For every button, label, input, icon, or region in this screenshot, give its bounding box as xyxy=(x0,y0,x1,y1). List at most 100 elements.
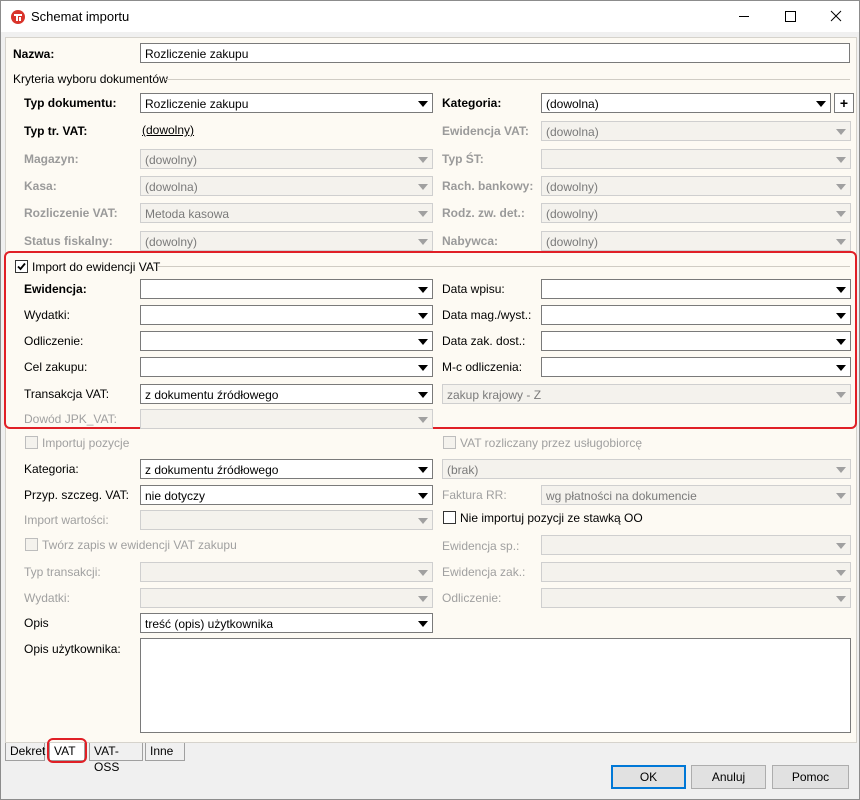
schemat-importu-window: Schemat importu Nazwa: Rozliczenie zakup… xyxy=(0,0,860,800)
rach-bankowy-select[interactable]: (dowolny) xyxy=(541,176,851,196)
rozliczenie-vat-label: Rozliczenie VAT: xyxy=(24,206,118,220)
bottom-tabs: Dekret VAT VAT-OSS Inne xyxy=(1,743,859,774)
opis-uzytkownika-textarea[interactable] xyxy=(140,638,851,733)
minimize-icon xyxy=(739,16,749,17)
maximize-button[interactable] xyxy=(767,1,813,32)
chevron-down-icon xyxy=(836,392,846,398)
chevron-down-icon xyxy=(418,467,428,473)
chevron-down-icon xyxy=(836,157,846,163)
vat-rozliczany-label: VAT rozliczany przez usługobiorcę xyxy=(460,436,643,450)
chevron-down-icon xyxy=(418,596,428,602)
faktura-rr-label: Faktura RR: xyxy=(442,488,507,502)
transakcja-vat-select[interactable]: z dokumentu źródłowego xyxy=(140,384,433,404)
typ-dokumentu-select[interactable]: Rozliczenie zakupu xyxy=(140,93,433,113)
ok-button[interactable]: OK xyxy=(611,765,686,789)
close-button[interactable] xyxy=(813,1,859,32)
cancel-button[interactable]: Anuluj xyxy=(691,765,766,789)
chevron-down-icon xyxy=(836,493,846,499)
ewidencja-zak-select[interactable] xyxy=(541,562,851,582)
wydatki-select[interactable] xyxy=(140,305,433,325)
nie-importuj-oo-checkbox[interactable] xyxy=(443,511,456,524)
odliczenie-select[interactable] xyxy=(140,331,433,351)
faktura-rr-select[interactable]: wg płatności na dokumencie xyxy=(541,485,851,505)
rozliczenie-vat-select[interactable]: Metoda kasowa xyxy=(140,203,433,223)
data-wpisu-select[interactable] xyxy=(541,279,851,299)
typ-tr-vat-link[interactable]: (dowolny) xyxy=(142,123,194,137)
vat-rozliczany-checkbox[interactable] xyxy=(443,436,456,449)
plus-icon: + xyxy=(839,95,849,111)
chevron-down-icon xyxy=(418,621,428,627)
ewidencja-sp-label: Ewidencja sp.: xyxy=(442,539,520,553)
tab-dekret[interactable]: Dekret xyxy=(5,743,45,761)
importuj-pozycje-checkbox[interactable] xyxy=(25,436,38,449)
chevron-down-icon xyxy=(836,570,846,576)
tab-inne[interactable]: Inne xyxy=(145,743,185,761)
chevron-down-icon xyxy=(836,313,846,319)
chevron-down-icon xyxy=(418,570,428,576)
typ-st-select[interactable] xyxy=(541,149,851,169)
przyp-szczeg-select[interactable]: nie dotyczy xyxy=(140,485,433,505)
kategoria-label: Kategoria: xyxy=(442,96,502,110)
dowod-jpk-select[interactable] xyxy=(140,409,433,429)
data-zak-select[interactable] xyxy=(541,331,851,351)
magazyn-label: Magazyn: xyxy=(24,152,79,166)
magazyn-select[interactable]: (dowolny) xyxy=(140,149,433,169)
pozycje-wydatki-label: Wydatki: xyxy=(24,591,70,605)
chevron-down-icon xyxy=(836,287,846,293)
chevron-down-icon xyxy=(836,365,846,371)
import-wartosci-select[interactable] xyxy=(140,510,433,530)
ewidencja-select[interactable] xyxy=(140,279,433,299)
pozycje-kategoria-select[interactable]: z dokumentu źródłowego xyxy=(140,459,433,479)
ewidencja-sp-select[interactable] xyxy=(541,535,851,555)
opis-uzytkownika-label: Opis użytkownika: xyxy=(24,642,121,656)
rodz-zw-det-select[interactable]: (dowolny) xyxy=(541,203,851,223)
kasa-select[interactable]: (dowolna) xyxy=(140,176,433,196)
vat-group-separator xyxy=(158,266,850,267)
tab-vat-oss[interactable]: VAT-OSS xyxy=(89,743,143,774)
chevron-down-icon xyxy=(418,339,428,345)
chevron-down-icon xyxy=(836,184,846,190)
nabywca-select[interactable]: (dowolny) xyxy=(541,231,851,251)
kategoria-select[interactable]: (dowolna) xyxy=(541,93,831,113)
criteria-separator xyxy=(166,79,850,80)
status-fiskalny-label: Status fiskalny: xyxy=(24,234,113,248)
pozycje-odliczenie-select[interactable] xyxy=(541,588,851,608)
name-input[interactable]: Rozliczenie zakupu xyxy=(140,43,850,63)
chevron-down-icon xyxy=(418,101,428,107)
chevron-down-icon xyxy=(418,157,428,163)
pozycje-wydatki-select[interactable] xyxy=(140,588,433,608)
chevron-down-icon xyxy=(836,339,846,345)
data-mag-select[interactable] xyxy=(541,305,851,325)
mc-odliczenia-label: M-c odliczenia: xyxy=(442,360,523,374)
help-button[interactable]: Pomoc xyxy=(772,765,849,789)
mc-odliczenia-select[interactable] xyxy=(541,357,851,377)
tworz-zapis-checkbox[interactable] xyxy=(25,538,38,551)
window-title: Schemat importu xyxy=(31,9,130,24)
typ-dokumentu-label: Typ dokumentu: xyxy=(24,96,117,110)
chevron-down-icon xyxy=(418,184,428,190)
chevron-down-icon xyxy=(418,392,428,398)
rodz-zw-det-label: Rodz. zw. det.: xyxy=(442,206,525,220)
chevron-down-icon xyxy=(836,596,846,602)
tworz-zapis-label: Twórz zapis w ewidencji VAT zakupu xyxy=(42,538,237,552)
data-zak-label: Data zak. dost.: xyxy=(442,334,526,348)
criteria-section-title: Kryteria wyboru dokumentów xyxy=(13,72,168,86)
chevron-down-icon xyxy=(836,467,846,473)
chevron-down-icon xyxy=(418,493,428,499)
ewidencja-vat-select[interactable]: (dowolna) xyxy=(541,121,851,141)
minimize-button[interactable] xyxy=(721,1,767,32)
transakcja-rodzaj-select[interactable]: zakup krajowy - Z xyxy=(442,384,851,404)
nie-importuj-oo-label: Nie importuj pozycji ze stawką OO xyxy=(460,511,643,525)
cel-zakupu-select[interactable] xyxy=(140,357,433,377)
opis-select[interactable]: treść (opis) użytkownika xyxy=(140,613,433,633)
data-mag-label: Data mag./wyst.: xyxy=(442,308,532,322)
importuj-pozycje-label: Importuj pozycje xyxy=(42,436,130,450)
chevron-down-icon xyxy=(418,365,428,371)
import-vat-checkbox[interactable] xyxy=(15,260,28,273)
name-label: Nazwa: xyxy=(13,47,55,61)
typ-transakcji-select[interactable] xyxy=(140,562,433,582)
data-wpisu-label: Data wpisu: xyxy=(442,282,505,296)
pozycje-kategoria-brak-select[interactable]: (brak) xyxy=(442,459,851,479)
status-fiskalny-select[interactable]: (dowolny) xyxy=(140,231,433,251)
add-kategoria-button[interactable]: + xyxy=(834,93,854,113)
